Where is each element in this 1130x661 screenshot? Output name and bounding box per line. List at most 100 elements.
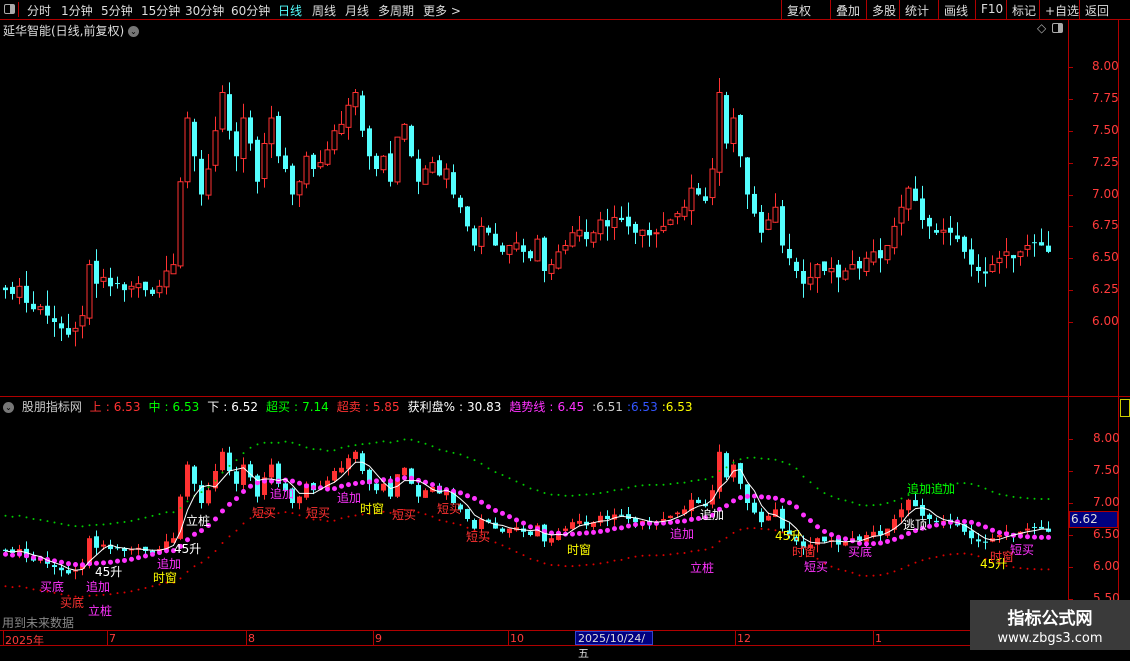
candle-down <box>290 165 295 195</box>
overbought-band-dot <box>333 449 336 452</box>
period-tab[interactable]: 分时 <box>27 2 51 19</box>
trend-line-dot <box>934 522 939 528</box>
oversold-band-dot <box>494 541 497 544</box>
overbought-band-dot <box>900 497 903 500</box>
trend-line-dot <box>633 522 638 528</box>
period-tab[interactable]: 周线 <box>312 2 336 19</box>
candle-up <box>128 285 135 290</box>
signal-label: 时窗 <box>153 571 178 585</box>
trend-line-dot <box>304 483 309 489</box>
overbought-band-dot <box>767 458 770 460</box>
signal-label: 短买 <box>392 508 417 522</box>
candle-down <box>584 231 589 240</box>
candle-up <box>766 515 771 521</box>
toolbar-button[interactable]: 画线 <box>938 0 973 19</box>
oversold-band-dot <box>886 572 889 575</box>
trend-line-dot <box>213 516 218 522</box>
trend-line-dot <box>3 551 8 557</box>
period-tab[interactable]: 5分钟 <box>101 2 133 19</box>
candle-down <box>248 117 253 144</box>
oversold-band-dot <box>333 519 336 522</box>
candlestick-chart[interactable] <box>0 20 1068 396</box>
candle-up <box>639 229 646 236</box>
candle-down <box>367 128 372 157</box>
candle-up <box>156 285 163 294</box>
candle-up <box>563 528 568 531</box>
indicator-chart[interactable] <box>0 397 1068 630</box>
oversold-band-dot <box>921 559 924 562</box>
candle-down <box>752 193 757 214</box>
overbought-band-dot <box>438 448 441 451</box>
y-tick-mark <box>1068 98 1073 100</box>
period-tab[interactable]: 60分钟 <box>231 2 270 19</box>
candle-down <box>724 95 729 144</box>
period-tab[interactable]: 30分钟 <box>185 2 224 19</box>
candle-down <box>486 227 491 233</box>
candle-up <box>101 544 106 547</box>
overbought-band-dot <box>655 483 658 486</box>
overbought-band-dot <box>81 525 84 528</box>
right-side-panel[interactable] <box>1119 22 1130 392</box>
overbought-band-dot <box>851 501 854 504</box>
y-tick-label: 7.00 <box>1093 495 1120 509</box>
y-tick-mark <box>1068 162 1073 164</box>
oversold-band-dot <box>935 556 938 559</box>
toolbar-button[interactable]: 统计 <box>899 0 934 19</box>
overbought-band-dot <box>515 480 518 483</box>
overbought-band-dot <box>263 441 266 444</box>
trend-line-dot <box>899 534 904 540</box>
overbought-band-dot <box>214 479 217 482</box>
layout-toggle-button[interactable] <box>2 2 19 17</box>
signal-label: 短买 <box>466 530 491 544</box>
y-tick-label: 7.25 <box>1092 154 1119 169</box>
candle-up <box>240 117 247 160</box>
period-tab[interactable]: 15分钟 <box>141 2 180 19</box>
oversold-band-dot <box>585 563 588 566</box>
overbought-band-dot <box>977 484 980 487</box>
overbought-band-dot <box>298 443 301 446</box>
candle-up <box>380 155 387 171</box>
overbought-band-dot <box>662 483 665 486</box>
toolbar-button[interactable]: +自选 <box>1039 0 1084 19</box>
candle-up <box>402 467 407 476</box>
toolbar-button[interactable]: 多股 <box>866 0 901 19</box>
period-tab[interactable]: 更多 > <box>423 2 461 19</box>
period-tab[interactable]: 日线 <box>278 2 302 19</box>
oversold-band-dot <box>949 553 952 556</box>
trend-line-dot <box>248 483 253 489</box>
candle-down <box>927 514 932 519</box>
trend-line-dot <box>122 557 127 563</box>
candle-down <box>416 158 421 182</box>
oversold-band-dot <box>872 574 875 577</box>
period-tab[interactable]: 1分钟 <box>61 2 93 19</box>
signal-label: 45升 <box>174 542 202 556</box>
period-tab[interactable]: 月线 <box>345 2 369 19</box>
candle-up <box>220 451 225 471</box>
candle-down <box>94 536 99 548</box>
candle-up <box>849 264 856 270</box>
candle-up <box>513 242 520 250</box>
overbought-band-dot <box>417 440 420 443</box>
oversold-band-dot <box>207 556 210 559</box>
candle-up <box>352 92 359 108</box>
trend-line-dot <box>766 494 771 500</box>
overbought-band-dot <box>18 514 21 517</box>
candle-down <box>745 157 750 195</box>
oversold-band-dot <box>32 588 35 591</box>
candle-up <box>331 130 338 151</box>
right-side-tab[interactable] <box>1120 399 1130 417</box>
toolbar-button[interactable]: 标记 <box>1006 0 1041 19</box>
overbought-band-dot <box>284 440 287 443</box>
period-tab[interactable]: 多周期 <box>378 2 414 19</box>
toolbar-button[interactable]: F10 <box>975 0 1008 19</box>
trend-line-dot <box>878 540 883 546</box>
time-axis-label: 8 <box>248 632 255 645</box>
oversold-band-dot <box>564 565 567 568</box>
toolbar-button[interactable]: 复权 <box>781 0 816 19</box>
candle-up <box>668 515 673 519</box>
toolbar-button[interactable]: 叠加 <box>830 0 865 19</box>
toolbar-button[interactable]: 返回 <box>1079 0 1114 19</box>
candle-down <box>969 530 974 539</box>
candle-up <box>1017 251 1024 258</box>
oversold-band-dot <box>571 565 574 568</box>
